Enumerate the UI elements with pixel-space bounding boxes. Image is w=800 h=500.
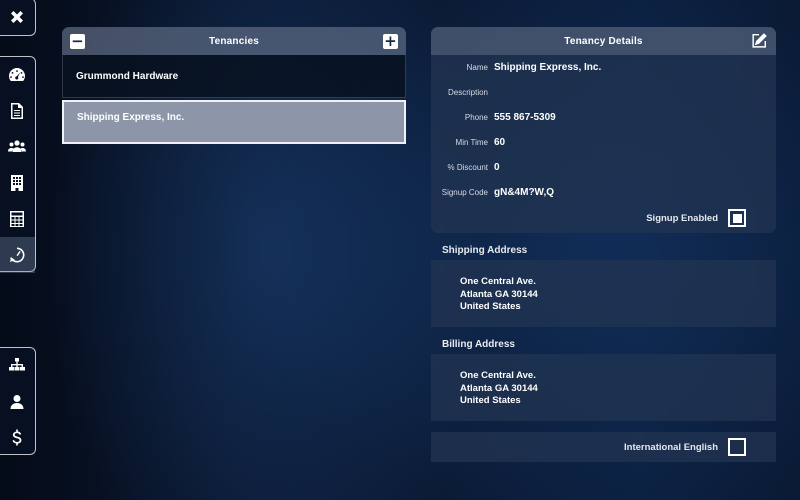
dashboard-icon [8,68,25,81]
remove-tenancy-button[interactable]: − [70,34,85,49]
signup-code-label: Signup Code [441,187,488,197]
shipping-line1: One Central Ave. [460,276,536,287]
billing-address-box[interactable]: One Central Ave. Atlanta GA 30144 United… [431,354,776,421]
billing-address-title: Billing Address [442,339,515,350]
building-icon [10,175,23,191]
shipping-address-title: Shipping Address [442,245,528,256]
nav-profile[interactable] [0,384,35,420]
close-icon [10,11,23,23]
signup-code-value[interactable]: gN&4M?W,Q [494,187,554,198]
tenancy-list-item-selected[interactable]: Shipping Express, Inc. [62,100,406,144]
edit-icon [752,33,767,48]
secondary-nav [0,347,36,455]
billing-line1: One Central Ave. [460,370,536,381]
document-icon [10,103,23,119]
billing-line3: United States [460,395,521,406]
nav-hierarchy[interactable] [0,348,35,384]
description-field: Description [431,84,776,100]
discount-field: % Discount 0 [431,159,776,175]
description-label: Description [447,87,488,97]
shipping-line3: United States [460,301,521,312]
nav-calculator[interactable] [0,201,35,237]
international-english-row: International English [431,432,776,462]
close-rail [0,0,36,36]
add-tenancy-button[interactable]: + [383,34,398,49]
international-english-checkbox[interactable] [728,438,746,456]
signup-enabled-row: Signup Enabled [646,209,746,227]
calculator-icon [9,211,24,227]
user-icon [10,395,23,409]
international-english-label: International English [624,441,718,453]
signup-enabled-label: Signup Enabled [646,212,718,224]
main-nav [0,56,36,273]
minus-icon: − [71,32,84,50]
name-field: Name Shipping Express, Inc. [431,59,776,75]
signup-enabled-checkbox[interactable] [728,209,746,227]
details-header: Tenancy Details [431,27,776,55]
tenancy-name: Shipping Express, Inc. [77,112,185,123]
discount-label: % Discount [447,162,488,172]
nav-documents[interactable] [0,93,35,129]
details-title: Tenancy Details [564,35,643,47]
min-time-field: Min Time 60 [431,134,776,150]
nav-dashboard[interactable] [0,57,35,93]
signup-code-field: Signup Code gN&4M?W,Q [431,184,776,200]
tenancies-panel: − Tenancies + Grummond Hardware Shipping… [62,27,406,144]
tenancy-list-item[interactable]: Grummond Hardware [62,55,406,98]
org-chart-icon [8,358,25,371]
nav-history[interactable] [0,237,35,273]
dollar-icon [12,429,21,446]
billing-line2: Atlanta GA 30144 [460,382,538,394]
shipping-line2: Atlanta GA 30144 [460,288,538,300]
nav-buildings[interactable] [0,165,35,201]
phone-value[interactable]: 555 867-5309 [494,112,556,123]
history-icon [9,247,25,263]
close-button[interactable] [0,0,35,35]
plus-icon: + [384,32,397,50]
shipping-address-box[interactable]: One Central Ave. Atlanta GA 30144 United… [431,260,776,327]
phone-label: Phone [464,112,488,122]
edit-button[interactable] [750,32,768,50]
discount-value[interactable]: 0 [494,162,500,173]
min-time-value[interactable]: 60 [494,137,505,148]
users-icon [7,140,26,152]
nav-users[interactable] [0,129,35,165]
name-value[interactable]: Shipping Express, Inc. [494,62,601,73]
name-label: Name [466,62,488,72]
tenancies-header: − Tenancies + [62,27,406,55]
min-time-label: Min Time [455,137,488,147]
tenancy-name: Grummond Hardware [76,70,179,82]
phone-field: Phone 555 867-5309 [431,109,776,125]
tenancy-details-panel: Tenancy Details Name Shipping Express, I… [431,27,776,233]
tenancies-title: Tenancies [209,35,259,47]
nav-billing[interactable] [0,420,35,456]
